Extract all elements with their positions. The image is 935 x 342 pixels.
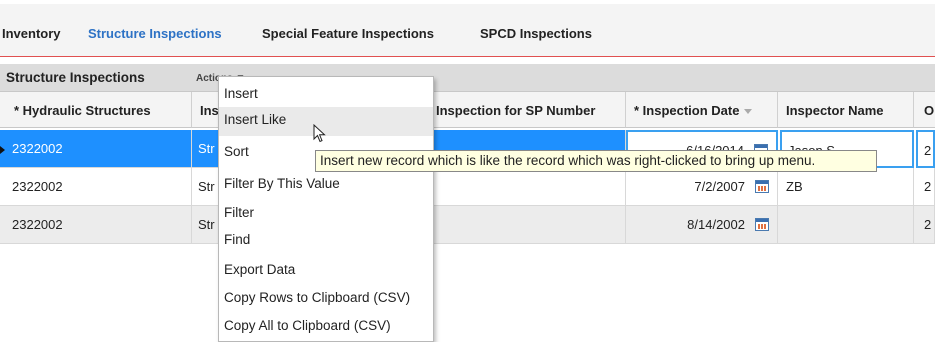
cell-hydraulic-structure[interactable]: 2322002 bbox=[0, 206, 192, 244]
tab-bar: Inventory Structure Inspections Special … bbox=[0, 4, 935, 57]
cell-sp-number[interactable] bbox=[432, 168, 626, 206]
mouse-cursor-icon bbox=[313, 124, 326, 143]
column-header-hydraulic-structures[interactable]: * Hydraulic Structures bbox=[0, 92, 192, 128]
panel-title: Structure Inspections bbox=[6, 70, 145, 85]
column-header-inspection-date[interactable]: * Inspection Date bbox=[626, 92, 778, 128]
context-menu: Insert Insert Like Sort Filter By This V… bbox=[218, 76, 434, 342]
menu-item-filter-by-this-value[interactable]: Filter By This Value bbox=[219, 171, 433, 200]
current-row-pointer-icon bbox=[0, 146, 5, 154]
tab-structure-inspections[interactable]: Structure Inspections bbox=[88, 26, 222, 41]
date-value: 8/14/2002 bbox=[687, 217, 745, 232]
column-header-sp-number[interactable]: Inspection for SP Number bbox=[432, 92, 626, 128]
column-header-label: * Hydraulic Structures bbox=[14, 103, 151, 118]
cell-other[interactable]: 2 bbox=[916, 130, 935, 168]
column-header-label: Ins bbox=[200, 103, 219, 118]
menu-item-insert[interactable]: Insert bbox=[219, 81, 433, 110]
cell-inspector-name[interactable]: ZB bbox=[778, 168, 914, 206]
date-value: 7/2/2007 bbox=[694, 179, 745, 194]
column-header-label: * Inspection Date bbox=[634, 103, 740, 118]
sort-descending-icon bbox=[744, 109, 753, 115]
menu-item-export-data[interactable]: Export Data bbox=[219, 257, 433, 286]
cell-other[interactable]: 2 bbox=[914, 168, 935, 206]
table-row[interactable]: 2322002 Str 8/14/2002 2 bbox=[0, 206, 935, 244]
cell-inspector-name[interactable] bbox=[778, 206, 914, 244]
column-header-other[interactable]: O bbox=[914, 92, 935, 128]
column-header-label: Inspection for SP Number bbox=[436, 103, 596, 118]
column-header-label: Inspector Name bbox=[786, 103, 884, 118]
menu-item-filter[interactable]: Filter bbox=[219, 200, 433, 229]
column-header-inspector-name[interactable]: Inspector Name bbox=[778, 92, 914, 128]
menu-item-copy-rows-csv[interactable]: Copy Rows to Clipboard (CSV) bbox=[219, 285, 433, 314]
cell-sp-number[interactable] bbox=[432, 206, 626, 244]
column-header-label: O bbox=[924, 103, 935, 118]
tab-inventory[interactable]: Inventory bbox=[2, 26, 61, 41]
tab-spcd-inspections[interactable]: SPCD Inspections bbox=[480, 26, 592, 41]
cell-other[interactable]: 2 bbox=[914, 206, 935, 244]
cell-inspection-date[interactable]: 7/2/2007 bbox=[626, 168, 778, 206]
tooltip: Insert new record which is like the reco… bbox=[315, 150, 877, 172]
calendar-icon[interactable] bbox=[755, 180, 769, 193]
panel-header: Structure Inspections Actions ▼ bbox=[0, 64, 935, 92]
table-row[interactable]: 2322002 Str 7/2/2007 ZB 2 bbox=[0, 168, 935, 206]
cell-hydraulic-structure[interactable]: 2322002 bbox=[0, 168, 192, 206]
cell-hydraulic-structure[interactable]: 2322002 bbox=[0, 130, 192, 168]
cell-inspection-date[interactable]: 8/14/2002 bbox=[626, 206, 778, 244]
calendar-icon[interactable] bbox=[755, 218, 769, 231]
tab-special-feature-inspections[interactable]: Special Feature Inspections bbox=[262, 26, 434, 41]
menu-item-find[interactable]: Find bbox=[219, 227, 433, 256]
menu-item-copy-all-csv[interactable]: Copy All to Clipboard (CSV) bbox=[219, 313, 433, 342]
